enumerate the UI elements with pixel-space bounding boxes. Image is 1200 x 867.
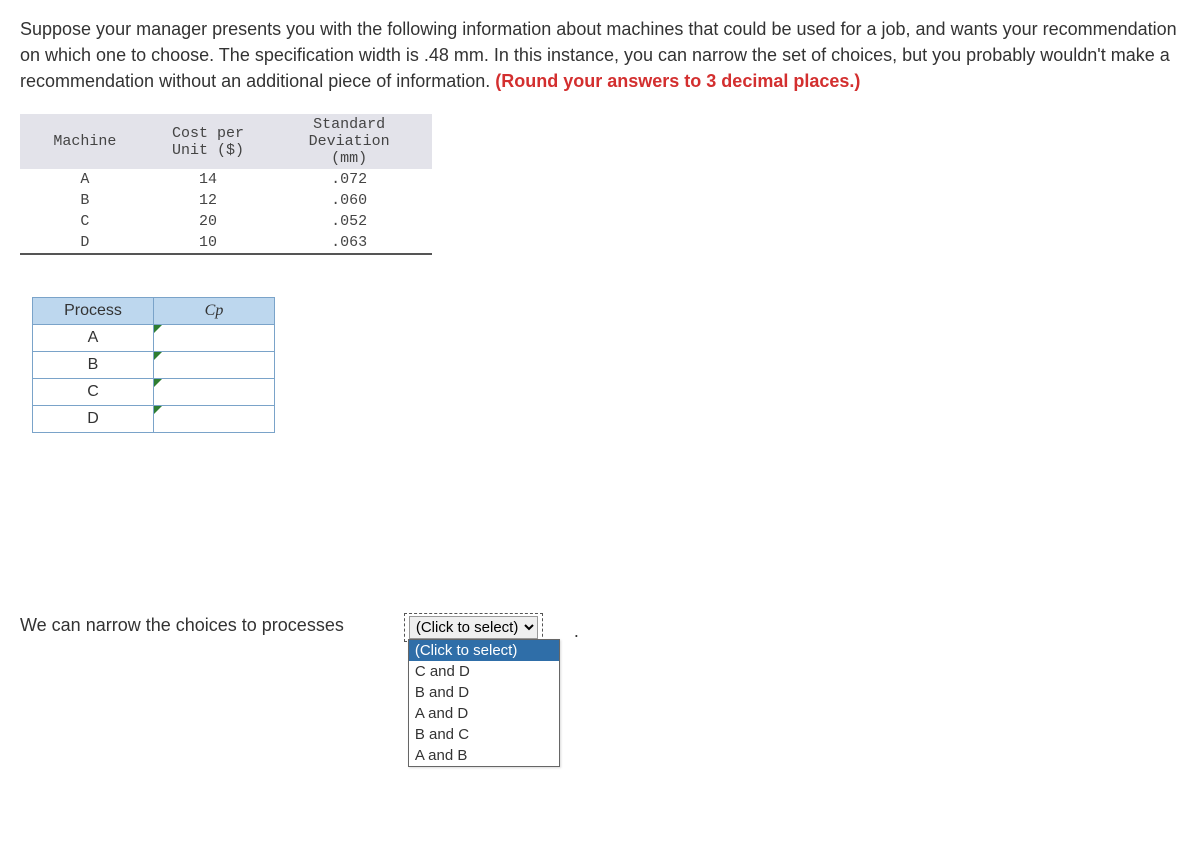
table-row: A 14 .072 — [20, 169, 432, 190]
narrow-choices-select-wrap: (Click to select) — [404, 613, 543, 642]
answer-row: B — [33, 352, 275, 379]
process-label: D — [33, 406, 154, 433]
dropdown-option[interactable]: A and D — [409, 703, 559, 724]
sentence-period: . — [574, 621, 579, 642]
dropdown-option[interactable]: (Click to select) — [409, 640, 559, 661]
cp-input-c[interactable] — [154, 379, 275, 406]
rounding-instruction: (Round your answers to 3 decimal places.… — [495, 71, 860, 91]
narrow-choices-text: We can narrow the choices to processes — [20, 613, 344, 636]
process-label: C — [33, 379, 154, 406]
cp-input-b[interactable] — [154, 352, 275, 379]
input-corner-icon — [154, 352, 162, 360]
machine-data-table: Machine Cost perUnit ($) Standard Deviat… — [20, 114, 432, 255]
narrow-choices-row: We can narrow the choices to processes (… — [20, 613, 1180, 642]
table-row: B 12 .060 — [20, 190, 432, 211]
dropdown-option[interactable]: B and C — [409, 724, 559, 745]
answer-row: D — [33, 406, 275, 433]
dropdown-option[interactable]: C and D — [409, 661, 559, 682]
input-corner-icon — [154, 325, 162, 333]
answer-table: Process Cp A B C D — [32, 297, 275, 433]
process-label: B — [33, 352, 154, 379]
answer-row: A — [33, 325, 275, 352]
dropdown-option[interactable]: A and B — [409, 745, 559, 766]
input-corner-icon — [154, 406, 162, 414]
question-prompt: Suppose your manager presents you with t… — [20, 16, 1180, 94]
col-cp: Cp — [154, 298, 275, 325]
col-process: Process — [33, 298, 154, 325]
narrow-choices-dropdown-list: (Click to select) C and D B and D A and … — [408, 639, 560, 767]
col-machine: Machine — [20, 114, 150, 169]
answer-row: C — [33, 379, 275, 406]
cp-input-a[interactable] — [154, 325, 275, 352]
col-sd: Standard Deviation(mm) — [266, 114, 432, 169]
input-corner-icon — [154, 379, 162, 387]
table-row: C 20 .052 — [20, 211, 432, 232]
cp-input-d[interactable] — [154, 406, 275, 433]
narrow-choices-select[interactable]: (Click to select) — [409, 616, 538, 639]
dropdown-option[interactable]: B and D — [409, 682, 559, 703]
table-row: D 10 .063 — [20, 232, 432, 254]
col-cost: Cost perUnit ($) — [150, 114, 267, 169]
process-label: A — [33, 325, 154, 352]
